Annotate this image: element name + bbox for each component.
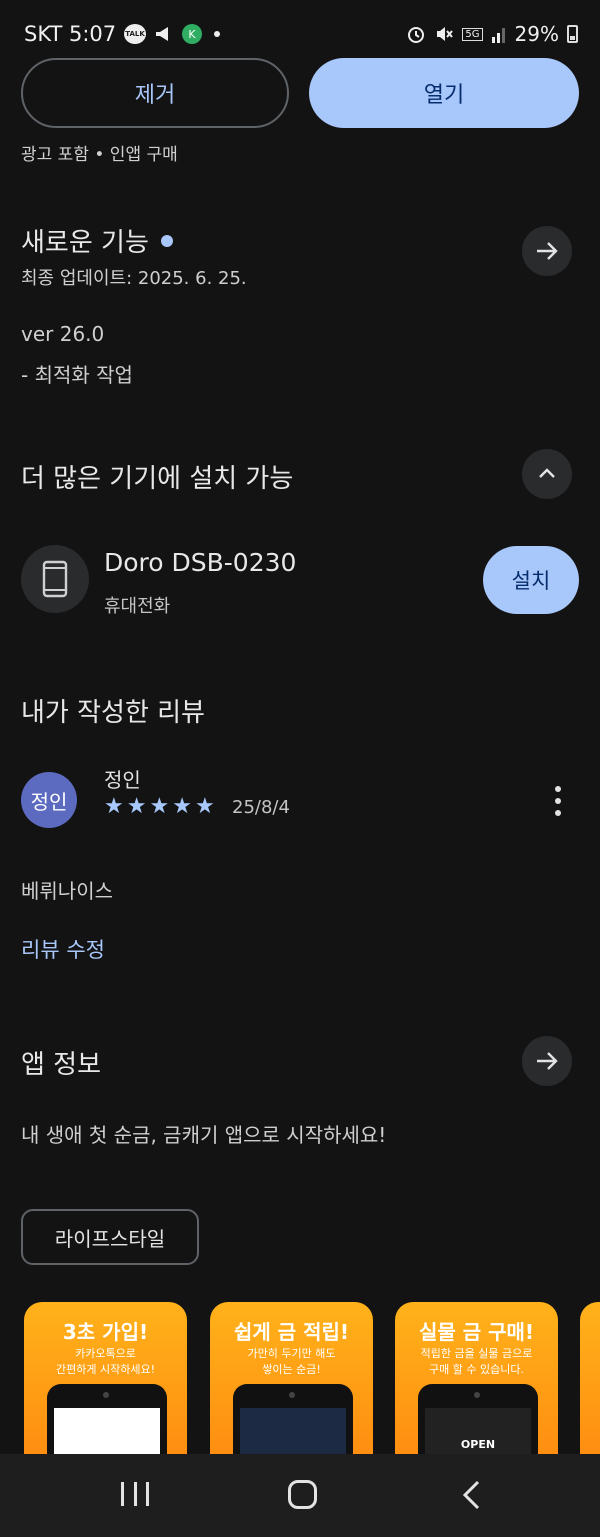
star-icon: ★	[126, 794, 147, 819]
arrow-right-icon	[537, 242, 558, 260]
device-icon-wrapper	[21, 545, 89, 613]
signal-icon	[491, 28, 505, 43]
open-button[interactable]: 열기	[309, 58, 579, 128]
arrow-right-icon	[537, 1052, 558, 1070]
category-chip[interactable]: 라이프스타일	[21, 1209, 199, 1265]
device-name: Doro DSB-0230	[104, 548, 297, 577]
release-notes: - 최적화 작업	[21, 363, 133, 387]
my-review-title: 내가 작성한 리뷰	[21, 698, 205, 728]
battery-icon	[567, 25, 578, 43]
collapse-devices-button[interactable]	[522, 449, 572, 499]
star-icon: ★	[172, 794, 192, 819]
app-info-arrow-button[interactable]	[522, 1036, 572, 1086]
screenshot-card[interactable]: 쉽게 금 적립! 가만히 두기만 해도 쌓이는 순금!	[210, 1302, 373, 1454]
remove-button[interactable]: 제거	[21, 58, 289, 128]
app-description: 내 생애 첫 순금, 금캐기 앱으로 시작하세요!	[21, 1123, 387, 1147]
screenshot-subtitle: 적립한 금을 실물 금으로 구매 할 수 있습니다.	[420, 1347, 533, 1376]
screenshot-subtitle: 가만히 두기만 해도 쌓이는 순금!	[247, 1347, 336, 1376]
network-type-badge: 5G	[462, 27, 483, 41]
edit-review-link[interactable]: 리뷰 수정	[21, 934, 105, 964]
app-notification-icon: K	[182, 24, 202, 44]
system-status-icons: 5G 29%	[406, 22, 578, 46]
device-type: 휴대전화	[104, 596, 171, 617]
whats-new-header[interactable]: 새로운 기능	[21, 222, 173, 259]
recent-apps-icon[interactable]	[121, 1482, 149, 1506]
review-date: 25/8/4	[232, 797, 290, 818]
phone-mockup	[47, 1384, 167, 1454]
phone-mockup: OPEN	[418, 1384, 538, 1454]
screenshot-card[interactable]: 3초 가입! 카카오톡으로 간편하게 시작하세요!	[24, 1302, 187, 1454]
open-label: OPEN	[460, 1438, 496, 1451]
screenshot-title: 3초 가입!	[62, 1320, 149, 1344]
status-time: SKT 5:07	[24, 22, 117, 46]
kakaotalk-icon: TALK	[124, 24, 146, 44]
app-info-title: 앱 정보	[21, 1050, 102, 1080]
whats-new-arrow-button[interactable]	[522, 226, 572, 276]
phone-mockup	[233, 1384, 353, 1454]
home-icon[interactable]	[288, 1480, 317, 1509]
version-text: ver 26.0	[21, 322, 105, 346]
star-icon: ★	[194, 794, 215, 819]
whats-new-title: 새로운 기능	[21, 228, 149, 258]
battery-percent: 29%	[514, 22, 559, 46]
rating-stars: ★ ★ ★ ★ ★	[104, 794, 215, 819]
chevron-up-icon	[539, 468, 555, 478]
ads-inapp-note: 광고 포함 • 인앱 구매	[21, 145, 178, 165]
system-navigation-bar	[0, 1454, 600, 1537]
notification-icons: TALK K	[124, 24, 220, 44]
screenshot-card[interactable]: 실물 금 구매! 적립한 금을 실물 금으로 구매 할 수 있습니다. OPEN	[395, 1302, 558, 1454]
more-notifications-dot-icon	[214, 31, 220, 37]
reviewer-name: 정인	[104, 768, 141, 792]
app-action-buttons: 제거 열기	[21, 58, 579, 128]
megaphone-icon	[156, 27, 168, 41]
star-icon: ★	[149, 794, 170, 819]
star-icon: ★	[104, 794, 124, 819]
screenshot-carousel[interactable]: 3초 가입! 카카오톡으로 간편하게 시작하세요! 쉽게 금 적립! 가만히 두…	[24, 1302, 600, 1454]
screenshot-subtitle: 카카오톡으로 간편하게 시작하세요!	[56, 1347, 155, 1376]
screenshot-card[interactable]	[580, 1302, 600, 1454]
screenshot-title: 쉽게 금 적립!	[233, 1320, 350, 1344]
review-text: 베뤼나이스	[21, 879, 113, 903]
mute-icon	[437, 27, 454, 41]
install-button[interactable]: 설치	[483, 546, 579, 614]
phone-icon	[42, 560, 68, 598]
last-updated: 최종 업데이트: 2025. 6. 25.	[21, 268, 247, 289]
alarm-icon	[408, 27, 425, 43]
back-icon[interactable]	[460, 1479, 484, 1511]
avatar: 정인	[21, 772, 77, 828]
more-options-icon[interactable]	[552, 786, 564, 816]
more-devices-title: 더 많은 기기에 설치 가능	[21, 464, 294, 494]
screenshot-title: 실물 금 구매!	[418, 1320, 535, 1344]
new-indicator-dot-icon	[160, 234, 173, 247]
